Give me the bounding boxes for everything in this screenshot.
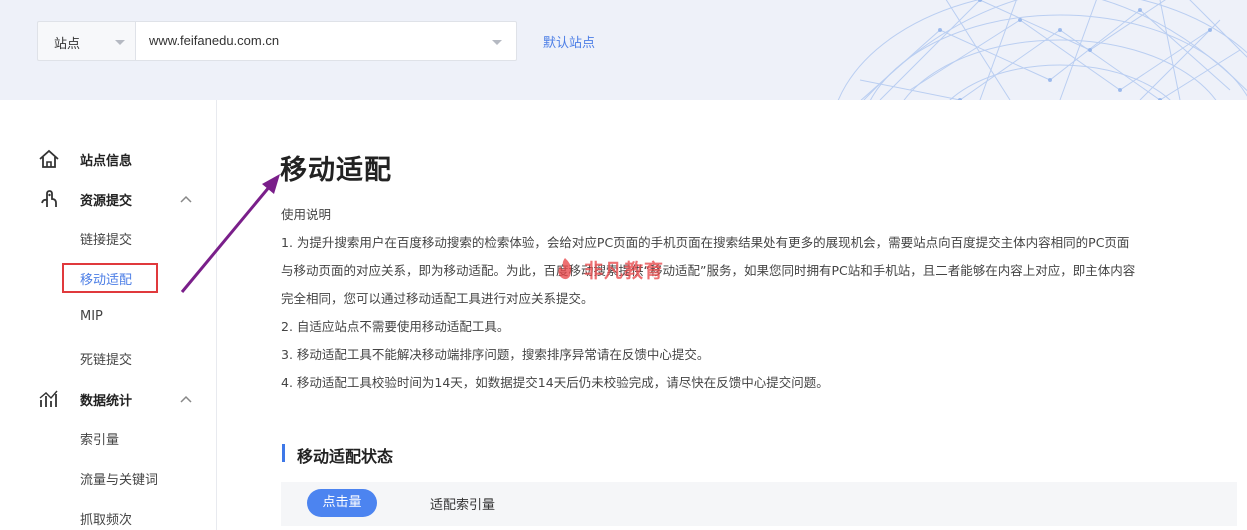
page-title: 移动适配 — [280, 155, 392, 186]
flame-icon — [558, 258, 572, 280]
sidebar-group-data-stats[interactable]: 数据统计 — [0, 386, 217, 412]
tab-adapt-index[interactable]: 适配索引量 — [430, 494, 495, 513]
tab-clicks[interactable]: 点击量 — [307, 489, 377, 517]
sidebar-item-index-volume[interactable]: 索引量 — [80, 429, 119, 448]
bar-chart-icon — [39, 390, 58, 407]
usage-line: 3. 移动适配工具不能解决移动端排序问题，搜索排序异常请在反馈中心提交。 — [281, 347, 710, 362]
sidebar-item-crawl-frequency[interactable]: 抓取频次 — [80, 509, 132, 528]
usage-line: 完全相同，您可以通过移动适配工具进行对应关系提交。 — [281, 291, 594, 306]
sidebar-group-title: 资源提交 — [80, 194, 133, 209]
chevron-down-icon — [115, 40, 125, 45]
sidebar-item-dead-link-submit[interactable]: 死链提交 — [80, 349, 132, 368]
section-accent-bar — [282, 444, 285, 462]
site-url-value: www.feifanedu.com.cn — [149, 33, 280, 48]
highlight-box — [62, 263, 158, 293]
annotation-arrow — [180, 174, 280, 293]
status-tabs — [281, 482, 1237, 526]
sidebar: 站点信息 资源提交 链接提交 移动适配 MIP 死链提交 数据统计 索引量 流量… — [0, 100, 217, 530]
chevron-up-icon[interactable] — [180, 395, 192, 403]
sidebar-item-traffic-keywords[interactable]: 流量与关键词 — [80, 469, 158, 488]
header-banner: 站点 www.feifanedu.com.cn 默认站点 — [0, 0, 1247, 100]
usage-line: 1. 为提升搜索用户在百度移动搜索的检索体验，会给对应PC页面的手机页面在搜索结… — [281, 235, 1130, 250]
hand-pointer-icon — [41, 190, 57, 207]
chevron-down-icon — [492, 40, 502, 45]
home-icon — [39, 149, 59, 168]
sidebar-group-title: 数据统计 — [80, 394, 133, 409]
sidebar-item-site-info[interactable]: 站点信息 — [0, 146, 217, 172]
sidebar-item-link-submit[interactable]: 链接提交 — [80, 229, 132, 248]
watermark-text: 非凡教育 — [584, 260, 665, 282]
sidebar-group-title: 站点信息 — [80, 154, 133, 169]
watermark-logo: 非凡教育 — [546, 254, 716, 284]
sidebar-item-mip[interactable]: MIP — [80, 309, 103, 324]
usage-line: 4. 移动适配工具校验时间为14天，如数据提交14天后仍未校验完成，请尽快在反馈… — [281, 375, 829, 390]
site-type-label: 站点 — [54, 37, 81, 52]
globe-decoration — [837, 0, 1247, 100]
section-title: 移动适配状态 — [297, 447, 394, 466]
usage-line: 2. 自适应站点不需要使用移动适配工具。 — [281, 319, 510, 334]
site-type-select[interactable]: 站点 — [37, 21, 136, 61]
default-site-link[interactable]: 默认站点 — [543, 32, 595, 51]
site-url-select[interactable]: www.feifanedu.com.cn — [135, 21, 517, 61]
